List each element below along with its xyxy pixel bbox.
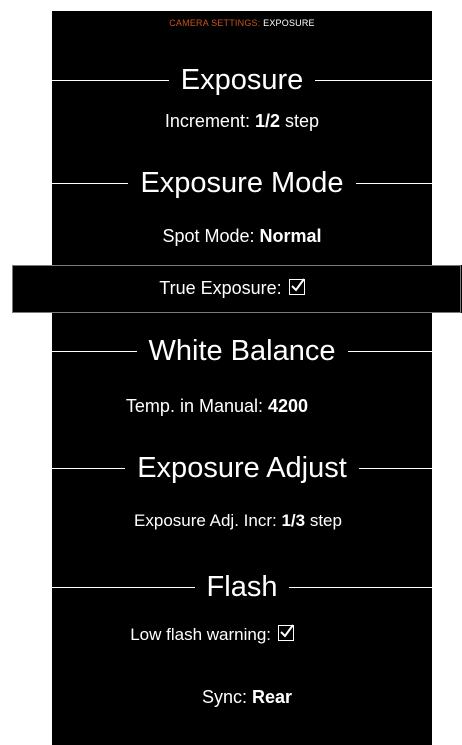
selection-frame xyxy=(12,265,461,313)
setting-low-flash-warning[interactable]: Low flash warning: xyxy=(22,624,402,645)
section-exposure-mode: Exposure Mode xyxy=(52,163,432,203)
setting-label: Increment: xyxy=(164,111,250,131)
setting-label: Low flash warning: xyxy=(130,625,272,644)
setting-value: 1/3 xyxy=(281,511,306,530)
breadcrumb-parent: CAMERA SETTINGS: xyxy=(169,18,261,28)
low-flash-warning-checkbox[interactable] xyxy=(277,624,294,641)
section-title-white-balance: White Balance xyxy=(148,334,336,367)
section-exposure: Exposure xyxy=(52,60,433,100)
setting-value: 4200 xyxy=(268,396,309,416)
divider xyxy=(52,79,169,81)
section-white-balance: White Balance xyxy=(52,331,432,371)
section-title-flash: Flash xyxy=(206,570,278,603)
divider xyxy=(52,467,126,469)
camera-settings-screen: CAMERA SETTINGS: EXPOSURE Exposure Incre… xyxy=(52,11,433,745)
setting-label: Temp. in Manual: xyxy=(125,396,263,416)
breadcrumb: CAMERA SETTINGS: EXPOSURE xyxy=(52,18,432,28)
divider xyxy=(52,586,195,588)
setting-spot-mode[interactable]: Spot Mode: Normal xyxy=(52,226,432,247)
divider xyxy=(52,182,129,184)
setting-increment[interactable]: Increment: 1/2 step xyxy=(52,111,432,132)
divider xyxy=(315,79,433,81)
divider xyxy=(52,350,137,352)
setting-unit: step xyxy=(285,111,320,131)
setting-value: Normal xyxy=(259,226,322,246)
section-title-exposure-adjust: Exposure Adjust xyxy=(137,451,347,484)
section-title-exposure-mode: Exposure Mode xyxy=(140,166,344,199)
setting-label: Spot Mode: xyxy=(162,226,255,246)
setting-temp-manual[interactable]: Temp. in Manual: 4200 xyxy=(27,396,407,417)
breadcrumb-current: EXPOSURE xyxy=(263,18,315,28)
section-exposure-adjust: Exposure Adjust xyxy=(52,448,433,488)
setting-value: Rear xyxy=(252,687,293,707)
divider xyxy=(289,586,433,588)
setting-unit: step xyxy=(309,511,342,530)
divider xyxy=(347,350,432,352)
divider xyxy=(355,182,432,184)
checkmark-icon xyxy=(280,624,294,638)
setting-exposure-adj-incr[interactable]: Exposure Adj. Incr: 1/3 step xyxy=(48,511,428,531)
divider xyxy=(358,467,433,469)
setting-label: Exposure Adj. Incr: xyxy=(134,511,277,530)
section-flash: Flash xyxy=(52,567,433,607)
section-title-exposure: Exposure xyxy=(180,63,304,96)
setting-sync[interactable]: Sync: Rear xyxy=(57,687,437,708)
setting-label: Sync: xyxy=(201,687,247,707)
setting-value: 1/2 xyxy=(254,111,281,131)
